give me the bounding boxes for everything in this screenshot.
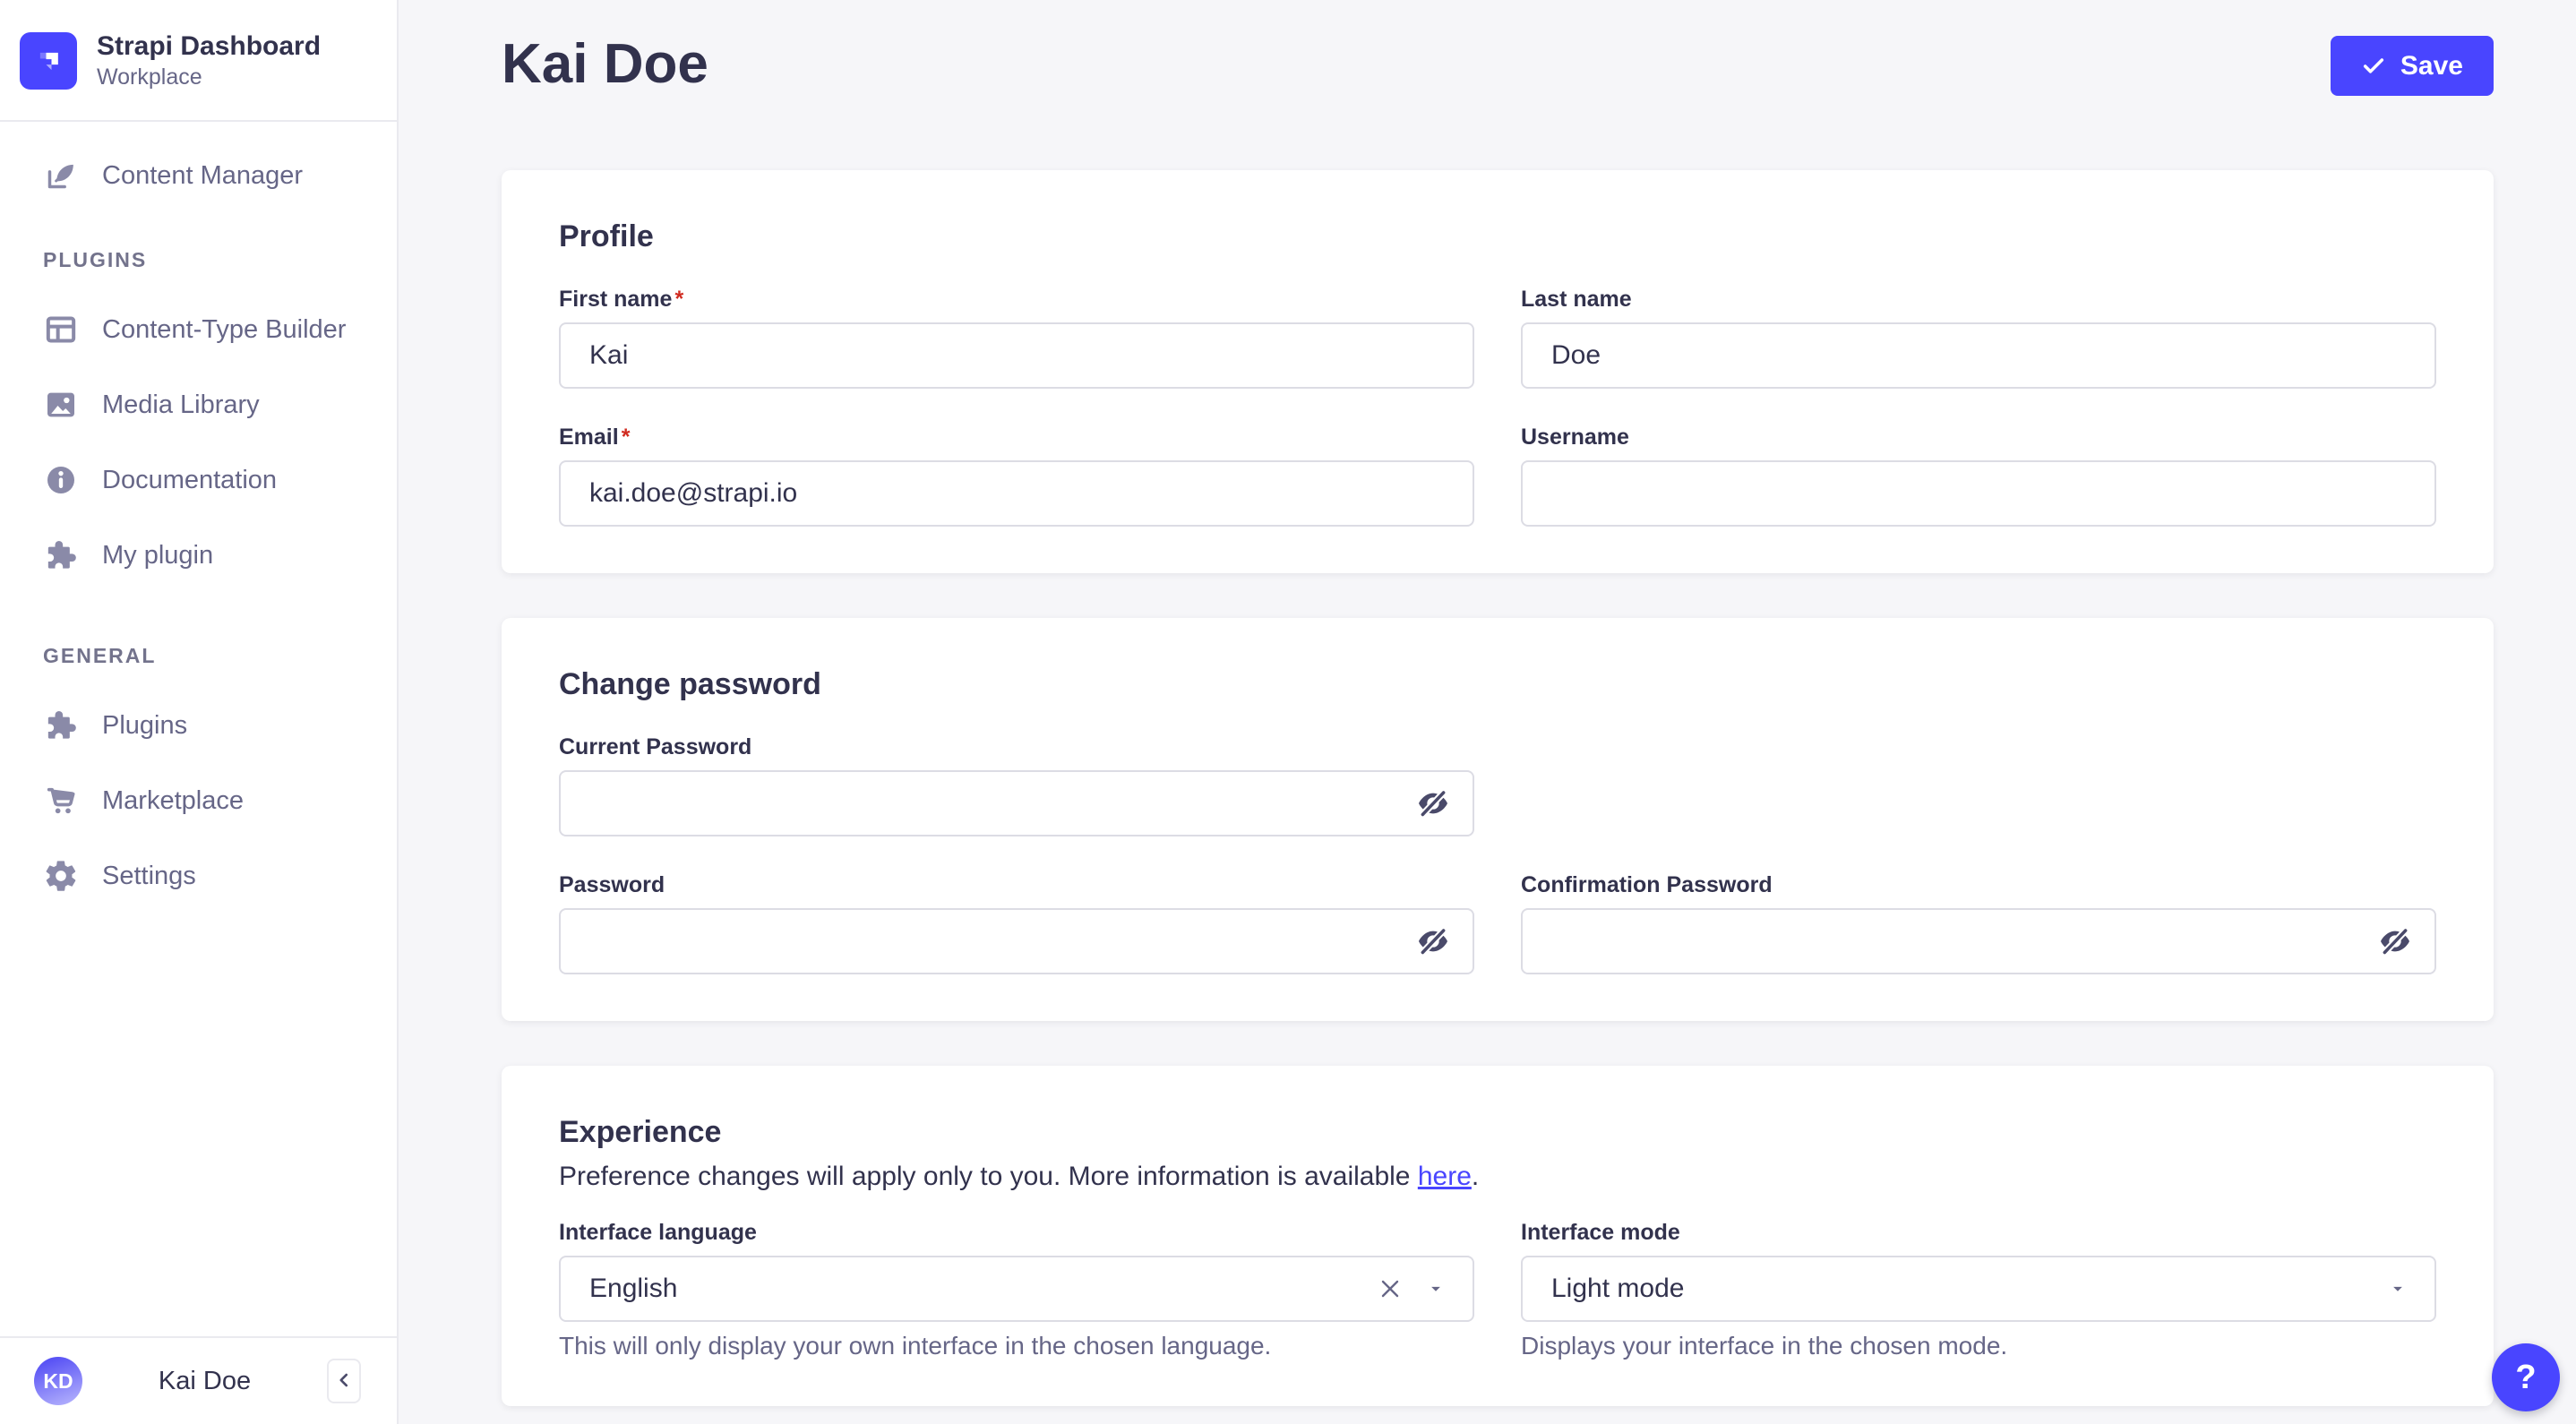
sidebar-item-label: Settings — [102, 861, 196, 890]
check-icon — [2361, 54, 2386, 79]
sidebar-item-documentation[interactable]: Documentation — [0, 442, 397, 518]
gear-icon — [43, 858, 79, 894]
username-label: Username — [1521, 425, 1629, 450]
change-password-card: Change password Current Password Passwor… — [502, 618, 2494, 1021]
interface-mode-value: Light mode — [1551, 1274, 1685, 1303]
profile-card-title: Profile — [559, 219, 654, 253]
picture-icon — [43, 387, 79, 423]
clear-selection-icon[interactable] — [1376, 1274, 1404, 1303]
sidebar-item-label: Marketplace — [102, 785, 244, 815]
username-input[interactable] — [1521, 460, 2436, 527]
sidebar-section-general: GENERAL — [43, 644, 157, 667]
required-asterisk: * — [674, 287, 684, 312]
info-circle-icon — [43, 462, 79, 498]
last-name-field-group: Last name — [1521, 287, 2436, 389]
toggle-password-visibility-button[interactable] — [1415, 785, 1451, 821]
sidebar-item-label: Plugins — [102, 710, 188, 740]
interface-language-select[interactable]: English — [559, 1256, 1474, 1322]
interface-language-value: English — [589, 1274, 678, 1303]
interface-mode-helper: Displays your interface in the chosen mo… — [1521, 1332, 2008, 1360]
puzzle-icon — [43, 708, 79, 743]
brand-text: Strapi Dashboard Workplace — [97, 30, 321, 91]
experience-card: Experience Preference changes will apply… — [502, 1066, 2494, 1406]
confirm-password-field-group: Confirmation Password — [1521, 872, 2436, 974]
toggle-password-visibility-button[interactable] — [1415, 923, 1451, 959]
sidebar-item-marketplace[interactable]: Marketplace — [0, 763, 397, 838]
interface-mode-field-group: Interface mode Light mode Displays your … — [1521, 1220, 2436, 1360]
change-password-card-title: Change password — [559, 667, 821, 701]
profile-card: Profile First name* Last name Email* — [502, 170, 2494, 573]
chevron-left-icon — [332, 1368, 356, 1394]
current-password-label: Current Password — [559, 734, 752, 759]
avatar[interactable]: KD — [34, 1357, 82, 1405]
feather-pen-icon — [43, 158, 79, 193]
confirmation-password-label: Confirmation Password — [1521, 872, 1773, 897]
eye-off-icon — [1415, 785, 1451, 821]
sidebar-item-media-library[interactable]: Media Library — [0, 367, 397, 442]
required-asterisk: * — [621, 425, 631, 450]
interface-mode-select[interactable]: Light mode — [1521, 1256, 2436, 1322]
sidebar-collapse-button[interactable] — [326, 1359, 361, 1403]
sidebar-item-content-type-builder[interactable]: Content-Type Builder — [0, 292, 397, 367]
sidebar-item-my-plugin[interactable]: My plugin — [0, 518, 397, 593]
eye-off-icon — [1415, 923, 1451, 959]
spacer-cell — [1521, 734, 2436, 836]
current-password-input[interactable] — [559, 770, 1474, 836]
sidebar-user-footer: KD Kai Doe — [0, 1336, 397, 1424]
more-information-link[interactable]: here — [1418, 1162, 1472, 1191]
sidebar-nav: Content Manager PLUGINS Content-Type Bui… — [0, 122, 397, 914]
password-label: Password — [559, 872, 665, 897]
sidebar-section-plugins: PLUGINS — [43, 248, 148, 271]
first-name-field-group: First name * — [559, 287, 1474, 389]
main-content: Kai Doe Save Profile First name* Last na… — [399, 0, 2576, 1424]
email-input[interactable] — [559, 460, 1474, 527]
workspace-name: Workplace — [97, 64, 202, 90]
page-header: Kai Doe Save — [502, 32, 2494, 97]
workspace-brand[interactable]: Strapi Dashboard Workplace — [0, 0, 397, 122]
confirmation-password-input[interactable] — [1521, 908, 2436, 974]
password-input[interactable] — [559, 908, 1474, 974]
save-button[interactable]: Save — [2330, 36, 2494, 96]
interface-language-field-group: Interface language English This will onl… — [559, 1220, 1474, 1360]
sidebar-user-name: Kai Doe — [158, 1366, 252, 1395]
app-title: Strapi Dashboard — [97, 31, 322, 61]
caret-down-icon[interactable] — [2386, 1277, 2409, 1300]
puzzle-icon — [43, 537, 79, 573]
shopping-cart-icon — [43, 783, 79, 819]
help-button[interactable]: ? — [2492, 1343, 2560, 1411]
first-name-input[interactable] — [559, 322, 1474, 389]
toggle-password-visibility-button[interactable] — [2377, 923, 2413, 959]
last-name-input[interactable] — [1521, 322, 2436, 389]
experience-card-title: Experience — [559, 1115, 722, 1149]
username-field-group: Username — [1521, 425, 2436, 527]
eye-off-icon — [2377, 923, 2413, 959]
sidebar-item-label: Media Library — [102, 390, 260, 419]
interface-language-helper: This will only display your own interfac… — [559, 1332, 1272, 1360]
new-password-field-group: Password — [559, 872, 1474, 974]
sidebar-item-label: Content-Type Builder — [102, 314, 347, 344]
layout-icon — [43, 312, 79, 347]
experience-subtitle: Preference changes will apply only to yo… — [559, 1162, 1480, 1191]
last-name-label: Last name — [1521, 287, 1632, 312]
save-button-label: Save — [2400, 50, 2463, 81]
page-title: Kai Doe — [502, 33, 708, 95]
interface-language-label: Interface language — [559, 1220, 757, 1245]
sidebar-item-settings[interactable]: Settings — [0, 838, 397, 914]
current-password-field-group: Current Password — [559, 734, 1474, 836]
interface-mode-label: Interface mode — [1521, 1220, 1680, 1245]
email-label: Email * — [559, 425, 631, 450]
sidebar-item-label: Content Manager — [102, 160, 304, 190]
sidebar: Strapi Dashboard Workplace Content Manag… — [0, 0, 399, 1424]
email-field-group: Email * — [559, 425, 1474, 527]
strapi-logo-icon — [20, 32, 77, 90]
sidebar-item-content-manager[interactable]: Content Manager — [0, 138, 397, 213]
sidebar-item-plugins[interactable]: Plugins — [0, 688, 397, 763]
sidebar-item-label: Documentation — [102, 465, 278, 494]
sidebar-item-label: My plugin — [102, 540, 214, 570]
first-name-label: First name * — [559, 287, 684, 312]
caret-down-icon[interactable] — [1424, 1277, 1447, 1300]
